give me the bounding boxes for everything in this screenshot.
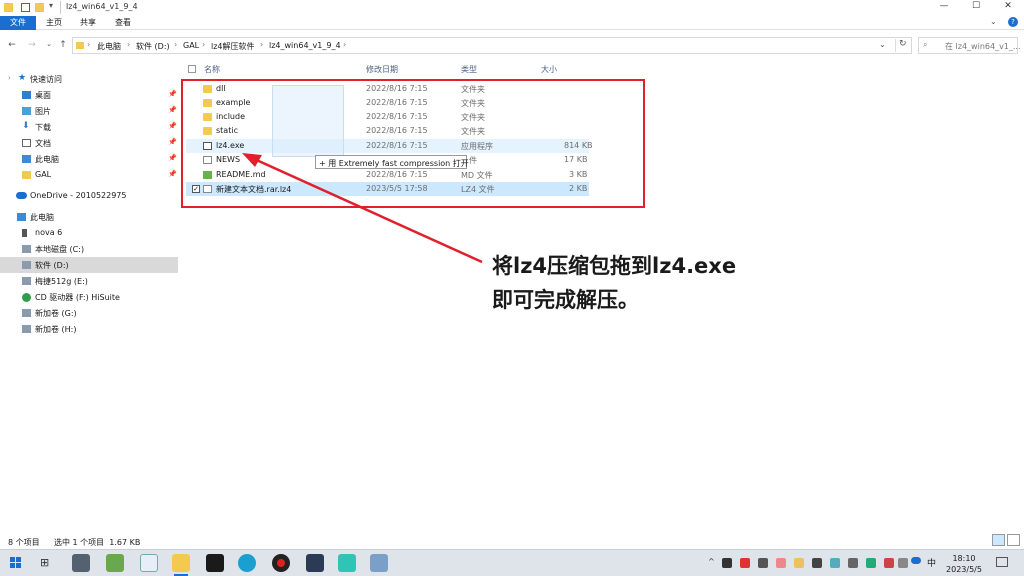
task-view-icon[interactable]: ⊞ (40, 556, 49, 569)
tray-icon[interactable] (776, 558, 786, 568)
app-icon[interactable] (140, 554, 158, 572)
windows-start-icon[interactable] (10, 557, 22, 569)
app-icon[interactable] (338, 554, 356, 572)
details-view-icon[interactable] (992, 534, 1005, 546)
app-icon[interactable] (106, 554, 124, 572)
tray-icon[interactable] (866, 558, 876, 568)
app-icon[interactable] (370, 554, 388, 572)
tray-icon[interactable] (830, 558, 840, 568)
tray-icon[interactable] (848, 558, 858, 568)
tray-icon[interactable] (722, 558, 732, 568)
annotation-text-line2: 即可完成解压。 (492, 288, 639, 312)
taskbar: ⊞ ^ 中 18:10 2023/5/5 (0, 549, 1024, 576)
app-icon[interactable] (206, 554, 224, 572)
ime-indicator[interactable]: 中 (927, 556, 936, 569)
app-icon[interactable] (72, 554, 90, 572)
clock[interactable]: 18:10 2023/5/5 (944, 553, 984, 575)
edge-icon[interactable] (238, 554, 256, 572)
onedrive-icon[interactable] (911, 557, 921, 564)
notification-icon[interactable] (996, 557, 1008, 567)
clock-time: 18:10 (952, 554, 976, 563)
clock-date: 2023/5/5 (946, 565, 982, 574)
tray-icon[interactable] (794, 558, 804, 568)
tray-icon[interactable] (898, 558, 908, 568)
tray-icon[interactable] (812, 558, 822, 568)
tray-overflow-icon[interactable]: ^ (708, 557, 715, 566)
app-icon[interactable] (306, 554, 324, 572)
file-explorer-icon[interactable] (172, 554, 190, 576)
status-selection: 选中 1 个项目 1.67 KB (54, 538, 141, 547)
app-icon[interactable] (272, 554, 290, 572)
annotation-text-line1: 将lz4压缩包拖到lz4.exe (492, 254, 737, 278)
large-icons-view-icon[interactable] (1007, 534, 1020, 546)
tray-icon[interactable] (758, 558, 768, 568)
status-item-count: 8 个项目 (8, 538, 40, 547)
tray-icon[interactable] (740, 558, 750, 568)
tray-icon[interactable] (884, 558, 894, 568)
